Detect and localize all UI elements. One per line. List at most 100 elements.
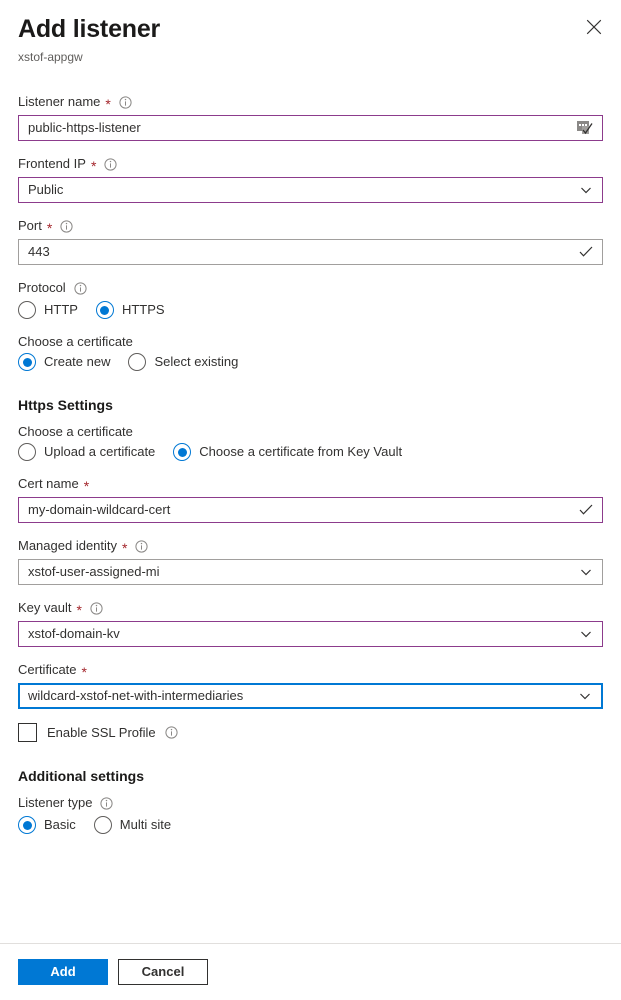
listener-name-input[interactable]: public-https-listener: [18, 115, 603, 141]
radio-select-existing[interactable]: Select existing: [128, 353, 238, 371]
required-asterisk: *: [76, 602, 82, 618]
listener-type-label: Listener type: [18, 794, 603, 812]
listener-name-label-text: Listener name: [18, 94, 101, 109]
radio-protocol-http[interactable]: HTTP: [18, 301, 78, 319]
listener-name-label: Listener name *: [18, 93, 603, 111]
cert-name-value: my-domain-wildcard-cert: [28, 502, 171, 517]
field-frontend-ip: Frontend IP * Public: [18, 155, 603, 203]
frontend-ip-label: Frontend IP *: [18, 155, 603, 173]
cert-name-label: Cert name *: [18, 475, 603, 493]
blade-footer: Add Cancel: [0, 944, 621, 1000]
info-icon[interactable]: [165, 726, 178, 739]
field-listener-type: Listener type Basic Multi site: [18, 794, 603, 834]
frontend-ip-dropdown[interactable]: Public: [18, 177, 603, 203]
add-listener-blade: Add listener xstof-appgw Listener name *: [0, 0, 621, 1000]
choose-certificate-top-label: Choose a certificate: [18, 334, 133, 349]
radio-label: HTTP: [44, 302, 78, 317]
choose-certificate-https-radio-group: Upload a certificate Choose a certificat…: [18, 443, 603, 461]
field-certificate: Certificate * wildcard-xstof-net-with-in…: [18, 661, 603, 709]
info-icon[interactable]: [74, 281, 87, 295]
certificate-label: Certificate *: [18, 661, 603, 679]
managed-identity-dropdown[interactable]: xstof-user-assigned-mi: [18, 559, 603, 585]
radio-protocol-https[interactable]: HTTPS: [95, 301, 165, 319]
port-label-text: Port: [18, 218, 42, 233]
field-port: Port * 443: [18, 217, 603, 265]
info-icon[interactable]: [119, 95, 132, 109]
close-button[interactable]: [579, 12, 609, 42]
radio-upload-certificate[interactable]: Upload a certificate: [18, 443, 155, 461]
enable-ssl-profile-label-text: Enable SSL Profile: [47, 725, 156, 740]
chevron-down-icon: [576, 179, 596, 201]
radio-listener-type-basic[interactable]: Basic: [18, 816, 76, 834]
radio-circle: [128, 353, 147, 371]
radio-circle: [18, 443, 36, 461]
page-title: Add listener: [18, 15, 161, 43]
certificate-value: wildcard-xstof-net-with-intermediaries: [28, 688, 244, 703]
listener-type-label-text: Listener type: [18, 795, 93, 810]
chevron-down-icon: [576, 561, 596, 583]
managed-identity-value: xstof-user-assigned-mi: [28, 564, 160, 579]
field-managed-identity: Managed identity * xstof-user-assigned-m…: [18, 537, 603, 585]
choose-certificate-top-radio-group: Create new Select existing: [18, 353, 603, 371]
blade-header: Add listener xstof-appgw: [0, 0, 621, 65]
field-cert-name: Cert name * my-domain-wildcard-cert: [18, 475, 603, 523]
ime-indicator-icon: [576, 117, 596, 139]
required-asterisk: *: [81, 664, 87, 680]
protocol-label-text: Protocol: [18, 280, 66, 295]
radio-certificate-from-key-vault[interactable]: Choose a certificate from Key Vault: [173, 443, 402, 461]
close-icon: [586, 19, 602, 35]
add-button[interactable]: Add: [18, 959, 108, 985]
radio-label: Multi site: [119, 817, 172, 832]
port-input[interactable]: 443: [18, 239, 603, 265]
choose-certificate-https-label: Choose a certificate: [18, 424, 133, 439]
field-choose-certificate-top: Choose a certificate Create new Select e…: [18, 333, 603, 371]
required-asterisk: *: [83, 478, 90, 494]
cancel-button[interactable]: Cancel: [118, 959, 208, 985]
port-label: Port *: [18, 217, 603, 235]
radio-listener-type-multi-site[interactable]: Multi site: [93, 816, 172, 834]
frontend-ip-label-text: Frontend IP: [18, 156, 86, 171]
frontend-ip-value: Public: [28, 182, 64, 197]
required-asterisk: *: [90, 158, 97, 174]
enable-ssl-profile-checkbox[interactable]: Enable SSL Profile: [18, 723, 603, 742]
protocol-radio-group: HTTP HTTPS: [18, 301, 603, 319]
radio-circle: [18, 301, 36, 319]
info-icon[interactable]: [104, 157, 117, 171]
radio-circle-selected: [18, 353, 36, 371]
info-icon[interactable]: [100, 796, 114, 810]
info-icon[interactable]: [90, 601, 103, 615]
certificate-dropdown[interactable]: wildcard-xstof-net-with-intermediaries: [18, 683, 603, 709]
field-protocol: Protocol HTTP HTTPS: [18, 279, 603, 319]
radio-create-new[interactable]: Create new: [18, 353, 110, 371]
field-choose-certificate-https: Choose a certificate Upload a certificat…: [18, 423, 603, 461]
required-asterisk: *: [122, 540, 128, 556]
required-asterisk: *: [46, 220, 53, 236]
required-asterisk: *: [105, 96, 111, 112]
managed-identity-label: Managed identity *: [18, 537, 603, 555]
blade-subtitle: xstof-appgw: [18, 50, 83, 64]
radio-label: Create new: [44, 354, 111, 369]
additional-settings-heading: Additional settings: [18, 768, 144, 784]
enable-ssl-profile-label: Enable SSL Profile: [47, 725, 178, 740]
info-icon[interactable]: [135, 539, 149, 553]
port-value: 443: [28, 244, 50, 259]
managed-identity-label-text: Managed identity: [18, 538, 118, 553]
radio-label: Select existing: [154, 354, 239, 369]
info-icon[interactable]: [60, 219, 73, 233]
cert-name-input[interactable]: my-domain-wildcard-cert: [18, 497, 603, 523]
key-vault-value: xstof-domain-kv: [28, 626, 120, 641]
radio-circle-selected: [95, 301, 114, 319]
listener-type-radio-group: Basic Multi site: [18, 816, 603, 834]
chevron-down-icon: [576, 623, 596, 645]
field-key-vault: Key vault * xstof-domain-kv: [18, 599, 603, 647]
radio-circle-selected: [173, 443, 192, 461]
form-body: Listener name * public-https-listener Fr…: [0, 93, 621, 834]
radio-label: HTTPS: [121, 302, 165, 317]
checkbox-box: [18, 723, 37, 742]
radio-circle-selected: [18, 816, 36, 834]
key-vault-dropdown[interactable]: xstof-domain-kv: [18, 621, 603, 647]
https-settings-heading: Https Settings: [18, 397, 113, 413]
field-listener-name: Listener name * public-https-listener: [18, 93, 603, 141]
key-vault-label: Key vault *: [18, 599, 603, 617]
listener-name-value: public-https-listener: [28, 120, 141, 135]
